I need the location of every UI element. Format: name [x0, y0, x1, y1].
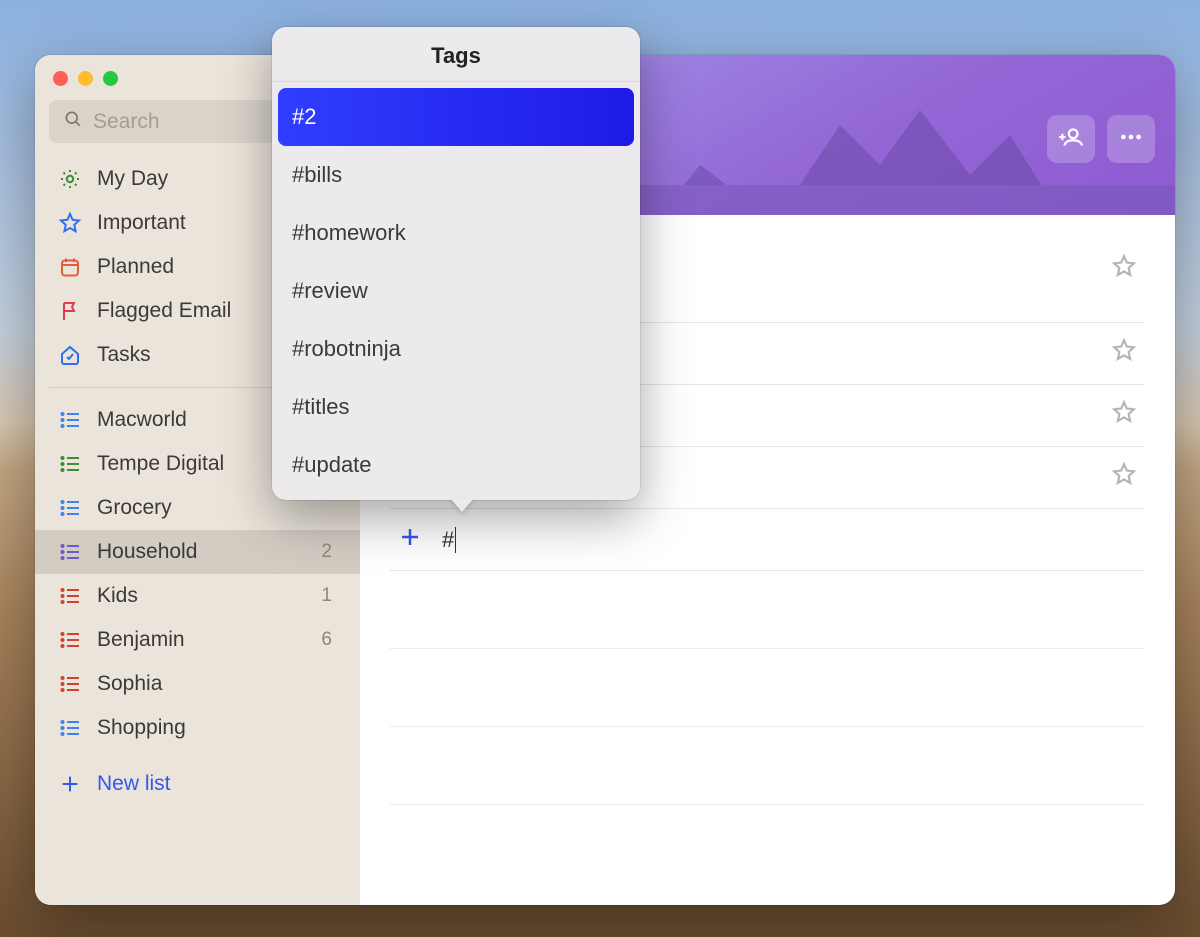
tag-option[interactable]: #bills	[278, 146, 634, 204]
plus-icon	[398, 525, 422, 554]
tag-option[interactable]: #review	[278, 262, 634, 320]
sidebar-item-shopping[interactable]: Shopping	[35, 706, 360, 750]
window-minimize-button[interactable]	[78, 71, 93, 86]
add-task-row[interactable]: #	[390, 509, 1145, 571]
list-icon	[57, 407, 83, 433]
sun-icon	[57, 166, 83, 192]
person-add-icon	[1058, 124, 1084, 155]
add-task-input[interactable]: #	[442, 527, 454, 553]
sidebar-item-kids[interactable]: Kids 1	[35, 574, 360, 618]
star-toggle[interactable]	[1111, 337, 1137, 368]
empty-row	[390, 571, 1145, 649]
sidebar-item-count: 2	[321, 541, 338, 563]
sidebar-item-label: Flagged Email	[97, 299, 231, 323]
star-icon	[57, 210, 83, 236]
text-caret	[455, 527, 456, 553]
star-toggle[interactable]	[1111, 461, 1137, 492]
sidebar-item-label: Benjamin	[97, 628, 185, 652]
sidebar-item-label: My Day	[97, 167, 168, 191]
tag-option[interactable]: #2	[278, 88, 634, 146]
calendar-icon	[57, 254, 83, 280]
sidebar-item-label: Planned	[97, 255, 174, 279]
star-toggle[interactable]	[1111, 253, 1137, 284]
popover-title: Tags	[272, 27, 640, 82]
share-button[interactable]	[1047, 115, 1095, 163]
empty-row	[390, 649, 1145, 727]
star-toggle[interactable]	[1111, 399, 1137, 430]
sidebar-item-label: Macworld	[97, 408, 187, 432]
window-close-button[interactable]	[53, 71, 68, 86]
sidebar-item-label: Tasks	[97, 343, 151, 367]
tag-option[interactable]: #titles	[278, 378, 634, 436]
tag-option[interactable]: #homework	[278, 204, 634, 262]
list-icon	[57, 495, 83, 521]
sidebar-item-count: 1	[321, 585, 338, 607]
sidebar-item-label: Important	[97, 211, 186, 235]
sidebar-item-label: Tempe Digital	[97, 452, 224, 476]
list-icon	[57, 451, 83, 477]
sidebar-item-label: Sophia	[97, 672, 162, 696]
sidebar-item-label: Grocery	[97, 496, 172, 520]
list-icon	[57, 627, 83, 653]
more-button[interactable]	[1107, 115, 1155, 163]
sidebar-item-sophia[interactable]: Sophia	[35, 662, 360, 706]
empty-row	[390, 805, 1145, 883]
sidebar-item-label: Kids	[97, 584, 138, 608]
list-icon	[57, 583, 83, 609]
sidebar-item-label: Shopping	[97, 716, 186, 740]
empty-row	[390, 727, 1145, 805]
tags-list: #2#bills#homework#review#robotninja#titl…	[272, 82, 640, 500]
sidebar-item-label: Household	[97, 540, 197, 564]
sidebar-item-count: 6	[321, 629, 338, 651]
ellipsis-icon	[1118, 124, 1144, 155]
sidebar-item-household[interactable]: Household 2	[35, 530, 360, 574]
list-icon	[57, 715, 83, 741]
new-list-label: New list	[97, 772, 171, 796]
search-icon	[63, 109, 83, 134]
flag-icon	[57, 298, 83, 324]
tag-option[interactable]: #robotninja	[278, 320, 634, 378]
window-zoom-button[interactable]	[103, 71, 118, 86]
list-icon	[57, 671, 83, 697]
tags-popover: Tags #2#bills#homework#review#robotninja…	[272, 27, 640, 500]
sidebar-item-benjamin[interactable]: Benjamin 6	[35, 618, 360, 662]
home-icon	[57, 342, 83, 368]
tag-option[interactable]: #update	[278, 436, 634, 494]
list-icon	[57, 539, 83, 565]
new-list-button[interactable]: New list	[35, 758, 360, 810]
